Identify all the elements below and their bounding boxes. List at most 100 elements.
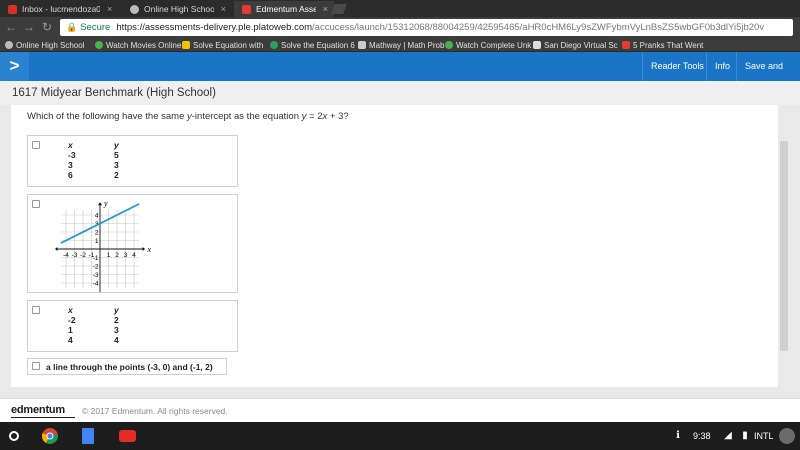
new-tab-button[interactable] bbox=[331, 4, 347, 14]
bookmark-item[interactable]: San Diego Virtual Sc bbox=[533, 39, 618, 51]
youtube-icon[interactable] bbox=[119, 430, 136, 442]
bookmark-label: Mathway | Math Prob bbox=[369, 40, 445, 50]
x-tick-label: 4 bbox=[132, 252, 136, 259]
bookmark-label: San Diego Virtual Sc bbox=[544, 40, 618, 50]
wifi-icon[interactable]: ◢ bbox=[722, 430, 734, 442]
bookmark-item[interactable]: Mathway | Math Prob bbox=[358, 39, 444, 51]
answer-option-graph[interactable]: -4-3-2-112344321-1-2-3-4 x y bbox=[27, 194, 238, 293]
option-1-checkbox[interactable] bbox=[32, 141, 40, 149]
table-header-x: x bbox=[68, 305, 73, 315]
option-2-checkbox[interactable] bbox=[32, 200, 40, 208]
forward-arrow-icon[interactable]: → bbox=[22, 20, 36, 34]
table-cell: 2 bbox=[114, 315, 119, 325]
gmail-favicon-icon bbox=[8, 4, 17, 14]
table-cell: 3 bbox=[114, 325, 119, 335]
chrome-icon[interactable] bbox=[42, 428, 58, 444]
keyboard-layout[interactable]: INTL bbox=[754, 431, 774, 441]
back-arrow-icon[interactable]: ← bbox=[4, 20, 18, 34]
table-cell: -3 bbox=[68, 150, 76, 160]
y-tick-label: -2 bbox=[93, 263, 99, 270]
tab-title: Edmentum Assessment bbox=[256, 4, 316, 14]
clock[interactable]: 9:38 bbox=[693, 431, 711, 441]
google-docs-icon[interactable] bbox=[82, 428, 94, 444]
bookmark-item[interactable]: Solve the Equation 6 bbox=[270, 39, 355, 51]
bookmark-favicon-icon bbox=[182, 41, 190, 49]
tab-edmentum-assessment[interactable]: Edmentum Assessment × bbox=[234, 1, 334, 17]
table-cell: 4 bbox=[114, 335, 119, 345]
close-tab-icon[interactable]: × bbox=[107, 4, 112, 14]
table-cell: 6 bbox=[68, 170, 73, 180]
x-axis-arrow-right bbox=[142, 247, 146, 251]
answer-option-table-2[interactable]: x y -2 2 1 3 4 4 bbox=[27, 300, 238, 352]
close-tab-icon[interactable]: × bbox=[221, 4, 226, 14]
save-and-exit-button[interactable]: Save and Exit bbox=[736, 52, 800, 100]
page-footer: edmentum © 2017 Edmentum. All rights res… bbox=[0, 398, 800, 422]
chevron-right-icon[interactable]: > bbox=[0, 52, 29, 81]
reload-icon[interactable]: ↻ bbox=[40, 20, 54, 34]
edmentum-favicon-icon bbox=[242, 4, 251, 14]
bookmark-favicon-icon bbox=[622, 41, 630, 49]
y-tick-label: -3 bbox=[93, 272, 99, 279]
launcher-icon[interactable] bbox=[9, 431, 19, 441]
tab-title: Inbox - lucmendoza09@ bbox=[22, 4, 100, 14]
close-tab-icon[interactable]: × bbox=[323, 4, 328, 14]
avatar[interactable] bbox=[779, 428, 795, 444]
x-tick-label: 1 bbox=[107, 252, 111, 259]
battery-icon[interactable]: ▮ bbox=[739, 430, 751, 442]
bookmark-item[interactable]: Watch Complete Unk bbox=[445, 39, 531, 51]
coordinate-graph: -4-3-2-112344321-1-2-3-4 x y bbox=[54, 199, 151, 292]
option-4-checkbox[interactable] bbox=[32, 362, 40, 370]
answer-option-text[interactable]: a line through the points (-3, 0) and (-… bbox=[27, 358, 227, 375]
question-text: Which of the following have the same y-i… bbox=[27, 111, 349, 122]
page-title-bar: 1617 Midyear Benchmark (High School) bbox=[0, 81, 800, 105]
bookmark-favicon-icon bbox=[5, 41, 13, 49]
url-host: https://assessments-delivery.ple.platowe… bbox=[116, 22, 313, 33]
bookmark-favicon-icon bbox=[270, 41, 278, 49]
page-title: 1617 Midyear Benchmark (High School) bbox=[12, 87, 216, 99]
bookmark-item[interactable]: 5 Pranks That Went bbox=[622, 39, 703, 51]
browser-tab-strip: Inbox - lucmendoza09@ × Online High Scho… bbox=[0, 0, 800, 17]
question-eq-tail: + 3? bbox=[327, 111, 349, 122]
tab-online-high-school[interactable]: Online High School | Sa × bbox=[122, 1, 232, 17]
option-4-label: a line through the points (-3, 0) and (-… bbox=[46, 362, 213, 372]
table-cell: 2 bbox=[114, 170, 119, 180]
x-tick-label: 3 bbox=[124, 252, 128, 259]
tab-title: Online High School | Sa bbox=[144, 4, 214, 14]
url-field[interactable]: 🔒 Secure https://assessments-delivery.pl… bbox=[60, 19, 793, 36]
copyright-text: © 2017 Edmentum. All rights reserved. bbox=[82, 406, 228, 416]
bookmark-item[interactable]: Online High School bbox=[5, 39, 84, 51]
y-axis-arrow-up bbox=[98, 202, 102, 206]
xy-table: x y -3 5 3 3 6 2 bbox=[68, 140, 119, 180]
bookmark-label: Online High School bbox=[16, 40, 85, 50]
site-favicon-icon bbox=[130, 4, 139, 14]
tab-inbox[interactable]: Inbox - lucmendoza09@ × bbox=[0, 1, 122, 17]
answer-option-table-1[interactable]: x y -3 5 3 3 6 2 bbox=[27, 135, 238, 187]
x-axis-label: x bbox=[146, 245, 151, 254]
bookmark-item[interactable]: Watch Movies Online bbox=[95, 39, 181, 51]
bookmark-label: Solve the Equation 6 bbox=[281, 40, 355, 50]
info-button[interactable]: Info bbox=[706, 52, 738, 81]
x-tick-label: -2 bbox=[80, 252, 86, 259]
y-tick-label: 2 bbox=[95, 229, 99, 236]
address-bar-row: ← → ↻ 🔒 Secure https://assessments-deliv… bbox=[0, 17, 800, 38]
bookmark-item[interactable]: Solve Equation with bbox=[182, 39, 263, 51]
x-tick-label: 2 bbox=[115, 252, 119, 259]
option-3-checkbox[interactable] bbox=[32, 306, 40, 314]
table-header-y: y bbox=[114, 140, 119, 150]
table-cell: -2 bbox=[68, 315, 76, 325]
graph-axes bbox=[54, 202, 146, 292]
reader-tools-button[interactable]: Reader Tools bbox=[642, 52, 712, 81]
bookmark-label: Solve Equation with bbox=[193, 40, 264, 50]
vertical-scrollbar[interactable] bbox=[780, 141, 788, 351]
table-cell: 1 bbox=[68, 325, 73, 335]
bookmark-favicon-icon bbox=[533, 41, 541, 49]
info-status-icon[interactable]: ℹ bbox=[672, 430, 684, 442]
question-eq-rhs: = 2 bbox=[306, 111, 323, 122]
table-cell: 5 bbox=[114, 150, 119, 160]
x-tick-label: -3 bbox=[72, 252, 78, 259]
y-tick-label: 4 bbox=[95, 212, 99, 219]
x-tick-label: -4 bbox=[63, 252, 69, 259]
bookmark-label: 5 Pranks That Went bbox=[633, 40, 704, 50]
url-path: /accucess/launch/15312068/88004259/42595… bbox=[312, 22, 765, 33]
bookmarks-bar: Online High School Watch Movies Online S… bbox=[0, 38, 800, 52]
